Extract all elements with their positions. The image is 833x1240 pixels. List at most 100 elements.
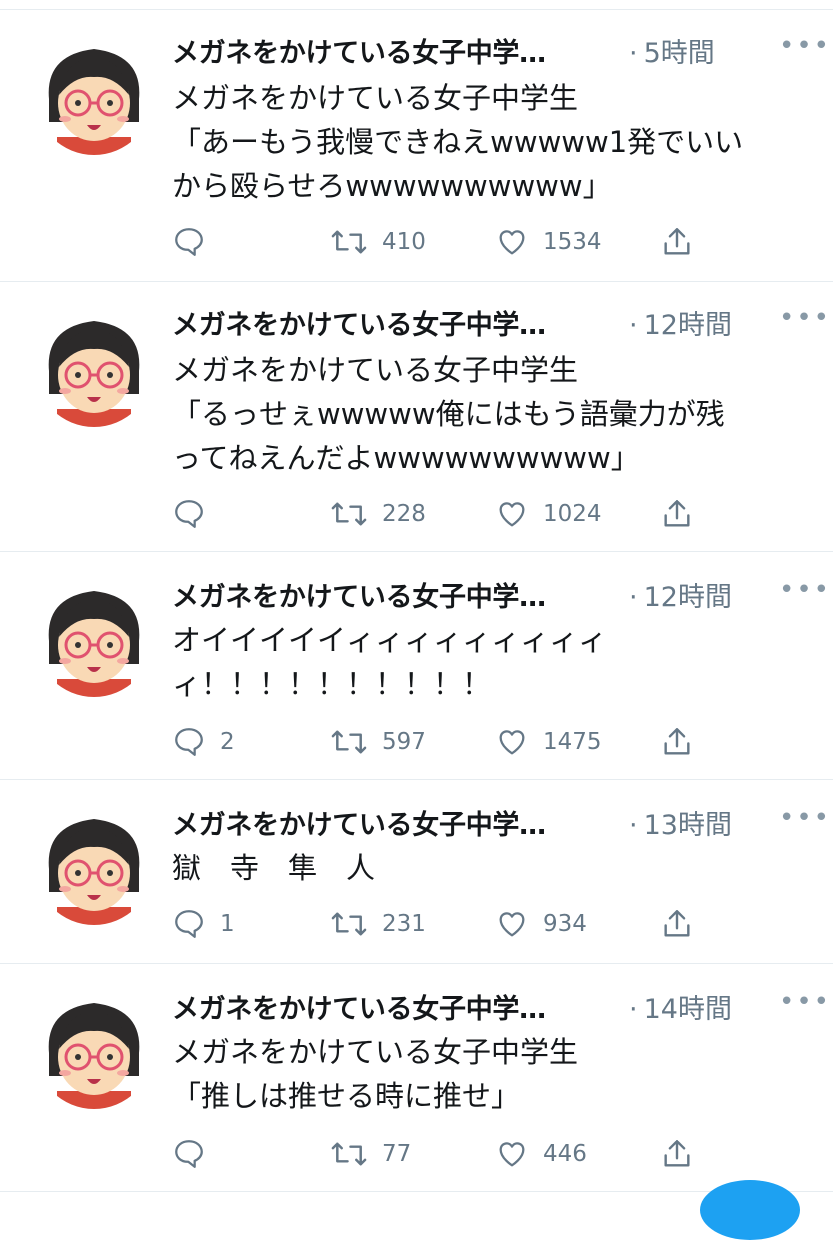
timestamp-label: 12時間 (643, 581, 732, 613)
timestamp[interactable]: · 13時間 (629, 803, 732, 842)
more-icon[interactable]: ••• (779, 989, 831, 1015)
tweet-text: メガネをかけている女子中学生 「推しは推せる時に推せ」 (172, 1035, 579, 1113)
tweet-text: オイイイイイィィィィィィィィィ ィ！！！！！！！！！！ (172, 623, 608, 701)
retweet-button[interactable]: 597 (330, 722, 426, 762)
reply-button[interactable] (172, 222, 220, 262)
share-icon (664, 910, 690, 937)
like-icon (499, 730, 525, 755)
tweet-text: 獄 寺 隼 人 (172, 851, 376, 885)
retweet-count: 77 (382, 1141, 412, 1167)
retweet-icon (331, 1142, 367, 1166)
timestamp-label: 13時間 (643, 809, 732, 841)
reply-button[interactable] (172, 1134, 220, 1174)
tweet[interactable]: メガネをかけている女子中学… · 5時間 ••• メガネをかけている女子中学生 「… (0, 10, 833, 282)
timestamp[interactable]: · 12時間 (629, 303, 732, 342)
like-count: 1024 (543, 501, 602, 527)
retweet-button[interactable]: 410 (330, 222, 426, 262)
share-button[interactable] (660, 494, 694, 534)
like-count: 1475 (543, 729, 602, 755)
tweet[interactable]: メガネをかけている女子中学… · 13時間 ••• 獄 寺 隼 人 1 231 9… (0, 780, 833, 964)
avatar[interactable] (35, 991, 153, 1109)
avatar-illustration (36, 310, 152, 427)
reply-button[interactable]: 1 (172, 904, 235, 944)
timestamp-label: 12時間 (643, 309, 732, 341)
share-icon (664, 728, 690, 755)
share-button[interactable] (660, 904, 694, 944)
avatar[interactable] (35, 309, 153, 427)
like-count: 446 (543, 1141, 587, 1167)
retweet-count: 597 (382, 729, 426, 755)
avatar-illustration (36, 992, 152, 1109)
action-bar: 228 1024 (172, 494, 712, 534)
display-name[interactable]: メガネをかけている女子中学… (172, 31, 617, 70)
display-name[interactable]: メガネをかけている女子中学… (172, 803, 617, 842)
like-icon (499, 912, 525, 937)
action-bar: 410 1534 (172, 222, 712, 262)
reply-button[interactable]: 2 (172, 722, 235, 762)
like-icon (499, 230, 525, 255)
share-icon (664, 228, 690, 255)
reply-count: 1 (220, 911, 235, 937)
display-name[interactable]: メガネをかけている女子中学… (172, 575, 617, 614)
share-icon (664, 500, 690, 527)
avatar-illustration (36, 808, 152, 925)
reply-icon (175, 500, 203, 528)
like-button[interactable]: 934 (495, 904, 587, 944)
tweet-text: メガネをかけている女子中学生 「るっせぇwwwww俺にはもう語彙力が残 ってねえ… (172, 353, 725, 475)
action-bar: 2 597 1475 (172, 722, 712, 762)
timestamp[interactable]: · 14時間 (629, 987, 732, 1026)
avatar-illustration (36, 38, 152, 155)
retweet-count: 410 (382, 229, 426, 255)
share-button[interactable] (660, 222, 694, 262)
display-name[interactable]: メガネをかけている女子中学… (172, 303, 617, 342)
avatar[interactable] (35, 579, 153, 697)
more-icon[interactable]: ••• (779, 33, 831, 59)
more-icon[interactable]: ••• (779, 805, 831, 831)
tweet-header: メガネをかけている女子中学… · 12時間 (172, 300, 812, 344)
display-name[interactable]: メガネをかけている女子中学… (172, 987, 617, 1026)
like-icon (499, 1142, 525, 1167)
tweet-header: メガネをかけている女子中学… · 14時間 (172, 984, 812, 1028)
retweet-count: 231 (382, 911, 426, 937)
retweet-button[interactable]: 77 (330, 1134, 411, 1174)
tweet[interactable]: メガネをかけている女子中学… · 12時間 ••• メガネをかけている女子中学生 … (0, 282, 833, 552)
retweet-icon (331, 730, 367, 754)
more-icon[interactable]: ••• (779, 577, 831, 603)
like-icon (499, 502, 525, 527)
action-bar: 77 446 (172, 1134, 712, 1174)
retweet-icon (331, 230, 367, 254)
tweet[interactable]: メガネをかけている女子中学… · 14時間 ••• メガネをかけている女子中学生 … (0, 964, 833, 1192)
like-button[interactable]: 446 (495, 1134, 587, 1174)
reply-button[interactable] (172, 494, 220, 534)
avatar-illustration (36, 580, 152, 697)
retweet-button[interactable]: 231 (330, 904, 426, 944)
share-button[interactable] (660, 1134, 694, 1174)
tweet-text: メガネをかけている女子中学生 「あーもう我慢できねえwwwww1発でいい から殴… (172, 81, 744, 203)
reply-icon (175, 728, 203, 756)
timestamp[interactable]: · 5時間 (629, 31, 715, 70)
tweet-header: メガネをかけている女子中学… · 13時間 (172, 800, 812, 844)
share-button[interactable] (660, 722, 694, 762)
retweet-button[interactable]: 228 (330, 494, 426, 534)
timestamp[interactable]: · 12時間 (629, 575, 732, 614)
reply-icon (175, 910, 203, 938)
timestamp-label: 14時間 (643, 993, 732, 1025)
like-button[interactable]: 1024 (495, 494, 602, 534)
timestamp-label: 5時間 (643, 37, 715, 69)
action-bar: 1 231 934 (172, 904, 712, 944)
tweet[interactable]: メガネをかけている女子中学… · 12時間 ••• オイイイイイィィィィィィィィィ… (0, 552, 833, 780)
reply-icon (175, 1140, 203, 1168)
like-button[interactable]: 1475 (495, 722, 602, 762)
like-count: 934 (543, 911, 587, 937)
avatar[interactable] (35, 37, 153, 155)
like-button[interactable]: 1534 (495, 222, 602, 262)
retweet-icon (331, 912, 367, 936)
avatar[interactable] (35, 807, 153, 925)
tweet-header: メガネをかけている女子中学… · 5時間 (172, 28, 812, 72)
reply-count: 2 (220, 729, 235, 755)
retweet-count: 228 (382, 501, 426, 527)
reply-icon (175, 228, 203, 256)
more-icon[interactable]: ••• (779, 305, 831, 331)
compose-button[interactable] (700, 1180, 800, 1240)
share-icon (664, 1140, 690, 1167)
